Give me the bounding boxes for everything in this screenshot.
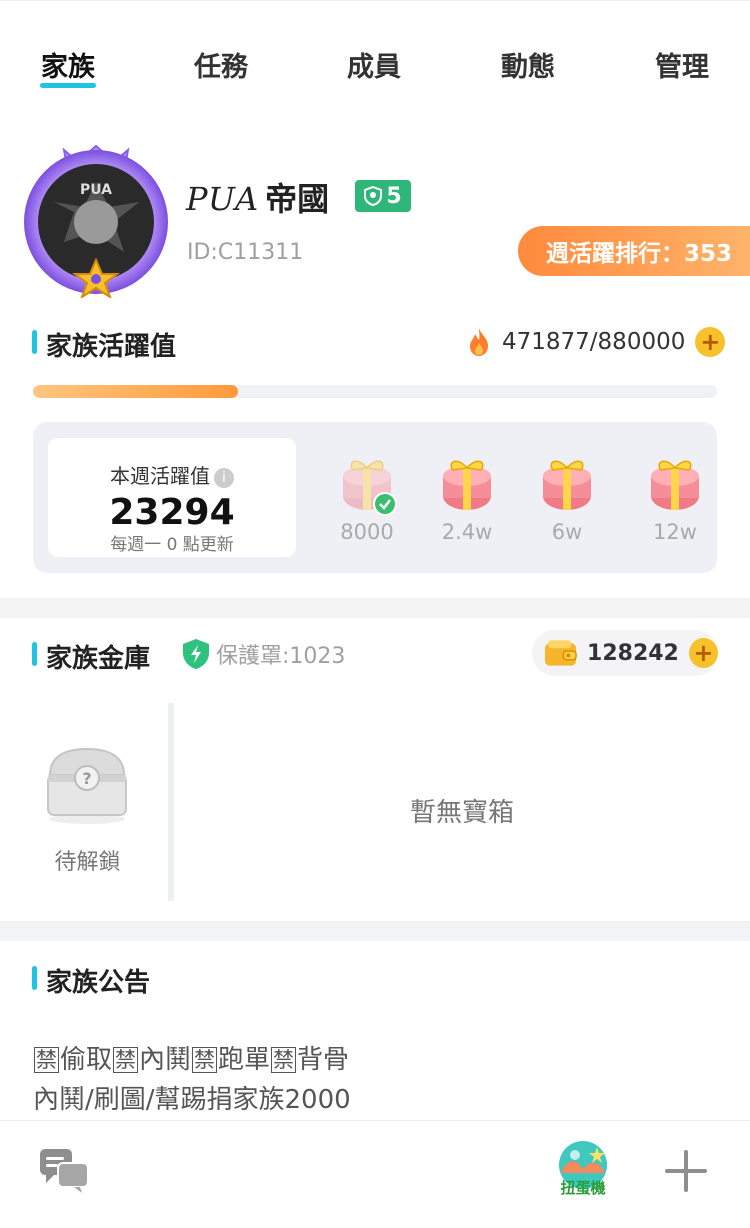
- activity-progress-fill: [33, 385, 239, 398]
- announcement-part: 背骨: [297, 1045, 350, 1075]
- shield-info[interactable]: 保護罩:1023: [182, 638, 345, 670]
- section-separator: [0, 598, 750, 618]
- announcement-text: 禁偷取禁內鬨禁跑單禁背骨 內鬨/刷圖/幫踢捐家族2000: [33, 1040, 351, 1120]
- reward-label: 6w: [551, 520, 583, 544]
- gift-box-icon: [443, 460, 491, 510]
- bottom-action-bar: 扭蛋機: [0, 1120, 750, 1228]
- fire-icon: [470, 328, 488, 356]
- tab-activity[interactable]: 動態: [473, 45, 583, 84]
- svg-text:?: ?: [82, 769, 91, 788]
- reward-label: 8000: [340, 520, 394, 544]
- reward-gift-2[interactable]: 2.4w: [427, 454, 507, 554]
- ban-mark: 禁: [192, 1047, 218, 1073]
- family-name: PUA 帝國: [186, 174, 329, 220]
- family-level-value: 5: [386, 183, 402, 209]
- family-id: ID:C11311: [187, 240, 304, 265]
- wallet-icon: [544, 640, 577, 666]
- reward-label: 2.4w: [441, 520, 493, 544]
- family-name-latin: PUA: [186, 180, 260, 218]
- weekly-activity-value: 23294: [109, 492, 235, 533]
- activity-progress-bar: [33, 385, 717, 398]
- avatar-frame-icon: PUA: [24, 144, 168, 300]
- gacha-label: 扭蛋機: [560, 1179, 606, 1197]
- weekly-activity-note: 每週一 0 點更新: [110, 535, 234, 555]
- tab-manage[interactable]: 管理: [627, 45, 737, 84]
- add-activity-button[interactable]: +: [695, 327, 726, 357]
- gacha-machine-button[interactable]: 扭蛋機: [555, 1139, 615, 1223]
- vault-coins-value: 128242: [587, 640, 679, 666]
- announcement-part: 偷取: [60, 1045, 113, 1075]
- activity-value-row: 471877/880000 +: [466, 326, 726, 358]
- weekly-activity-label-row: 本週活躍值 i: [48, 460, 296, 489]
- top-tab-bar: 家族 任務 成員 動態 管理: [0, 0, 750, 111]
- announcement-line-1: 禁偷取禁內鬨禁跑單禁背骨: [33, 1040, 351, 1080]
- reward-label: 12w: [653, 520, 697, 544]
- ban-mark: 禁: [113, 1047, 139, 1073]
- shield-level-icon: [364, 186, 383, 206]
- reward-gift-3[interactable]: 6w: [527, 454, 607, 554]
- announcement-part: 跑單: [218, 1045, 271, 1075]
- plus-icon[interactable]: [663, 1148, 709, 1194]
- announcement-line-2: 內鬨/刷圖/幫踢捐家族2000: [33, 1085, 351, 1115]
- ban-mark: 禁: [271, 1047, 297, 1073]
- weekly-activity-card: 本週活躍值 i 23294 每週一 0 點更新: [48, 438, 296, 557]
- check-icon: [373, 492, 397, 516]
- add-coins-button[interactable]: +: [688, 638, 718, 668]
- family-level-badge: 5: [355, 180, 411, 212]
- treasure-chest-icon: ?: [47, 747, 127, 824]
- tab-members[interactable]: 成員: [319, 45, 429, 84]
- gift-box-icon: [543, 460, 591, 510]
- empty-chest-message: 暫無寶箱: [409, 798, 514, 828]
- shield-text: 保護罩:1023: [216, 644, 346, 669]
- shield-icon: [183, 639, 209, 669]
- active-tab-indicator: [40, 83, 96, 88]
- weekly-activity-panel: 本週活躍值 i 23294 每週一 0 點更新 8000 2.4w 6w 12w: [33, 422, 717, 573]
- gift-box-icon: [651, 460, 699, 510]
- weekly-rank-button[interactable]: 週活躍排行：353: [518, 226, 750, 276]
- chat-icon[interactable]: [38, 1147, 90, 1195]
- ban-mark: 禁: [34, 1047, 59, 1073]
- reward-gift-1[interactable]: 8000: [327, 454, 407, 554]
- reward-gift-4[interactable]: 12w: [635, 454, 715, 554]
- avatar-text: PUA: [80, 182, 112, 198]
- activity-value: 471877/880000: [502, 329, 686, 355]
- vault-coins-pill[interactable]: 128242 +: [532, 630, 718, 676]
- tab-tasks[interactable]: 任務: [166, 45, 276, 84]
- tab-family[interactable]: 家族: [13, 45, 123, 84]
- weekly-activity-label: 本週活躍值: [110, 464, 210, 488]
- family-name-cjk: 帝國: [265, 180, 330, 218]
- family-avatar[interactable]: PUA: [14, 142, 178, 300]
- vault-section-title: 家族金庫: [32, 638, 150, 675]
- info-icon[interactable]: i: [214, 467, 234, 488]
- announcement-part: 內鬨: [139, 1045, 192, 1075]
- announcement-section-title: 家族公告: [32, 962, 150, 999]
- activity-section-title: 家族活躍值: [32, 326, 176, 363]
- section-separator: [0, 921, 750, 941]
- chest-status-label: 待解鎖: [54, 850, 121, 875]
